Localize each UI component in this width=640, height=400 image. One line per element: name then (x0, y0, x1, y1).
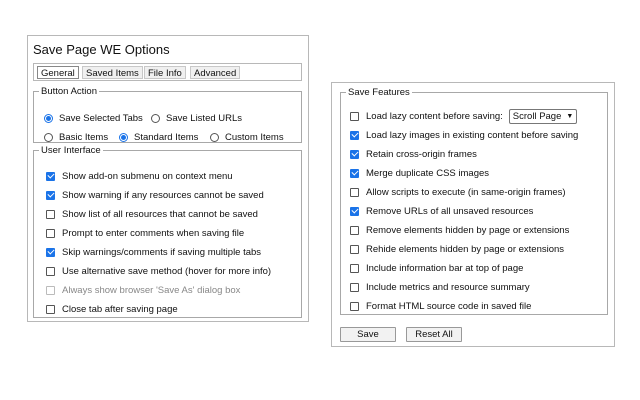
radio-checked-icon[interactable] (119, 132, 128, 142)
tab-saved-items[interactable]: Saved Items (82, 66, 143, 79)
radio-save-selected-tabs[interactable]: Save Selected Tabs (44, 111, 143, 125)
feature-label: Include information bar at top of page (366, 262, 524, 274)
checkbox-checked-icon[interactable] (46, 190, 55, 200)
page-title: Save Page WE Options (33, 42, 170, 57)
checkbox-checked-icon[interactable] (350, 206, 359, 216)
checkbox-unchecked-icon[interactable] (46, 209, 55, 219)
save-features-group: Save Features Load lazy content before s… (340, 87, 608, 315)
option-label: Always show browser 'Save As' dialog box (62, 284, 241, 296)
checkbox-unchecked-icon[interactable] (46, 304, 55, 314)
radio-basic-items[interactable]: Basic Items (44, 130, 108, 144)
option-label: Skip warnings/comments if saving multipl… (62, 246, 262, 258)
checkbox-checked-icon[interactable] (46, 247, 55, 257)
option-label: Close tab after saving page (62, 303, 178, 315)
checkbox-unchecked-icon[interactable] (46, 266, 55, 276)
feature-label: Load lazy images in existing content bef… (366, 129, 579, 141)
feature-label: Remove URLs of all unsaved resources (366, 205, 534, 217)
button-action-group: Button Action Save Selected Tabs Save Li… (33, 86, 302, 143)
lazy-content-select[interactable]: Scroll Page ▼ (508, 108, 578, 124)
option-label: Show add-on submenu on context menu (62, 170, 233, 182)
checkbox-unchecked-icon[interactable] (350, 301, 359, 311)
tab-file-info[interactable]: File Info (144, 66, 186, 79)
option-label: Use alternative save method (hover for m… (62, 265, 272, 277)
radio-unchecked-icon[interactable] (44, 132, 53, 142)
checkbox-checked-icon[interactable] (46, 171, 55, 181)
checkbox-checked-icon[interactable] (350, 149, 359, 159)
radio-custom-items[interactable]: Custom Items (210, 130, 284, 144)
feature-label: Remove elements hidden by page or extens… (366, 224, 570, 236)
radio-label: Basic Items (59, 131, 109, 143)
user-interface-group: User Interface Show add-on submenu on co… (33, 145, 302, 318)
radio-label: Custom Items (225, 131, 284, 143)
radio-unchecked-icon[interactable] (151, 113, 160, 123)
radio-label: Save Listed URLs (166, 112, 243, 124)
feature-format-html[interactable]: Format HTML source code in saved file (350, 299, 531, 313)
feature-load-lazy-images[interactable]: Load lazy images in existing content bef… (350, 128, 578, 142)
feature-rehide-elements[interactable]: Rehide elements hidden by page or extens… (350, 242, 564, 256)
checkbox-unchecked-icon[interactable] (46, 228, 55, 238)
option-prompt-comments[interactable]: Prompt to enter comments when saving fil… (46, 226, 244, 240)
checkbox-unchecked-icon[interactable] (350, 244, 359, 254)
checkbox-unchecked-icon[interactable] (350, 282, 359, 292)
feature-info-bar[interactable]: Include information bar at top of page (350, 261, 523, 275)
checkbox-unchecked-icon[interactable] (350, 263, 359, 273)
feature-load-lazy-content[interactable]: Load lazy content before saving: Scroll … (350, 108, 578, 124)
option-show-submenu[interactable]: Show add-on submenu on context menu (46, 169, 233, 183)
feature-merge-css-images[interactable]: Merge duplicate CSS images (350, 166, 489, 180)
options-panel: Save Page WE Options General Saved Items… (27, 35, 309, 322)
radio-save-listed-urls[interactable]: Save Listed URLs (151, 111, 242, 125)
user-interface-legend: User Interface (41, 145, 101, 156)
checkbox-checked-icon[interactable] (350, 168, 359, 178)
select-value: Scroll Page (512, 110, 562, 122)
save-button[interactable]: Save (340, 327, 396, 342)
feature-label: Rehide elements hidden by page or extens… (366, 243, 565, 255)
radio-label: Standard Items (134, 131, 199, 143)
option-label: Show list of all resources that cannot b… (62, 208, 258, 220)
checkbox-disabled-icon (46, 285, 55, 295)
feature-label: Merge duplicate CSS images (366, 167, 490, 179)
radio-standard-items[interactable]: Standard Items (119, 130, 198, 144)
feature-retain-cross-origin[interactable]: Retain cross-origin frames (350, 147, 477, 161)
checkbox-unchecked-icon[interactable] (350, 111, 359, 121)
chevron-down-icon: ▼ (566, 112, 574, 120)
tab-advanced[interactable]: Advanced (190, 66, 241, 79)
radio-label: Save Selected Tabs (59, 112, 143, 124)
radio-checked-icon[interactable] (44, 113, 53, 123)
checkbox-unchecked-icon[interactable] (350, 187, 359, 197)
checkbox-unchecked-icon[interactable] (350, 225, 359, 235)
option-show-warning[interactable]: Show warning if any resources cannot be … (46, 188, 264, 202)
checkbox-checked-icon[interactable] (350, 130, 359, 140)
save-features-panel: Save Features Load lazy content before s… (331, 82, 615, 347)
option-label: Show warning if any resources cannot be … (62, 189, 264, 201)
option-skip-warnings[interactable]: Skip warnings/comments if saving multipl… (46, 245, 261, 259)
feature-label: Retain cross-origin frames (366, 148, 477, 160)
option-show-save-as: Always show browser 'Save As' dialog box (46, 283, 240, 297)
reset-all-button[interactable]: Reset All (406, 327, 462, 342)
option-close-tab[interactable]: Close tab after saving page (46, 302, 178, 316)
option-label: Prompt to enter comments when saving fil… (62, 227, 245, 239)
feature-label: Allow scripts to execute (in same-origin… (366, 186, 566, 198)
option-show-list[interactable]: Show list of all resources that cannot b… (46, 207, 258, 221)
save-features-legend: Save Features (348, 87, 410, 98)
feature-remove-hidden[interactable]: Remove elements hidden by page or extens… (350, 223, 569, 237)
button-action-legend: Button Action (41, 86, 97, 97)
feature-remove-urls[interactable]: Remove URLs of all unsaved resources (350, 204, 533, 218)
feature-metrics-summary[interactable]: Include metrics and resource summary (350, 280, 530, 294)
tab-bar: General Saved Items File Info Advanced (33, 63, 302, 81)
feature-label: Include metrics and resource summary (366, 281, 530, 293)
option-alternative-save[interactable]: Use alternative save method (hover for m… (46, 264, 271, 278)
radio-unchecked-icon[interactable] (210, 132, 219, 142)
feature-label: Format HTML source code in saved file (366, 300, 532, 312)
tab-general[interactable]: General (37, 66, 79, 79)
feature-allow-scripts[interactable]: Allow scripts to execute (in same-origin… (350, 185, 566, 199)
feature-label: Load lazy content before saving: (366, 110, 503, 122)
